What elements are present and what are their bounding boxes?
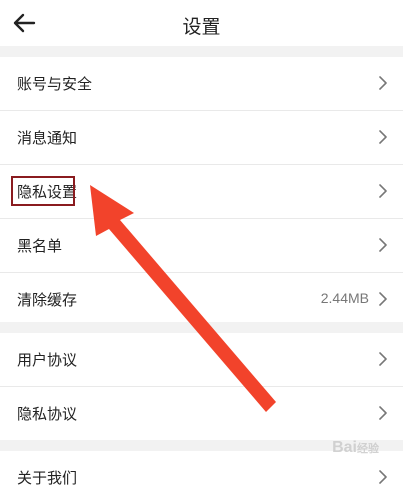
- chevron-right-icon: [379, 406, 387, 420]
- row-label: 账号与安全: [17, 75, 93, 93]
- row-label: 黑名单: [17, 237, 63, 255]
- chevron-right-icon: [379, 76, 387, 90]
- chevron-right-icon: [379, 292, 387, 306]
- chevron-right-icon: [379, 352, 387, 366]
- highlight-box: [11, 176, 75, 206]
- chevron-right-icon: [379, 470, 387, 484]
- settings-group-agreements: 用户协议 隐私协议: [0, 333, 403, 440]
- setting-row-blacklist[interactable]: 黑名单: [0, 219, 403, 273]
- setting-row-user-agreement[interactable]: 用户协议: [0, 333, 403, 387]
- row-label: 消息通知: [17, 129, 78, 147]
- chevron-right-icon: [379, 130, 387, 144]
- setting-row-notifications[interactable]: 消息通知: [0, 111, 403, 165]
- setting-row-about[interactable]: 关于我们: [0, 451, 403, 504]
- settings-group-about: 关于我们: [0, 451, 403, 504]
- setting-row-privacy-agreement[interactable]: 隐私协议: [0, 387, 403, 440]
- app-header: 设置: [0, 0, 403, 46]
- cache-size-value: 2.44MB: [320, 290, 369, 306]
- setting-row-account-security[interactable]: 账号与安全: [0, 57, 403, 111]
- watermark: Bai经验: [332, 439, 379, 457]
- watermark-text: Bai: [332, 439, 357, 456]
- section-gap: [0, 322, 403, 333]
- setting-row-clear-cache[interactable]: 清除缓存 2.44MB: [0, 273, 403, 326]
- row-label: 隐私协议: [17, 405, 78, 423]
- chevron-right-icon: [379, 238, 387, 252]
- row-label: 清除缓存: [17, 291, 78, 309]
- chevron-right-icon: [379, 184, 387, 198]
- watermark-sub: 经验: [357, 443, 379, 455]
- row-label: 用户协议: [17, 351, 78, 369]
- page-title: 设置: [182, 16, 221, 38]
- row-label: 关于我们: [17, 469, 78, 487]
- section-gap: [0, 46, 403, 57]
